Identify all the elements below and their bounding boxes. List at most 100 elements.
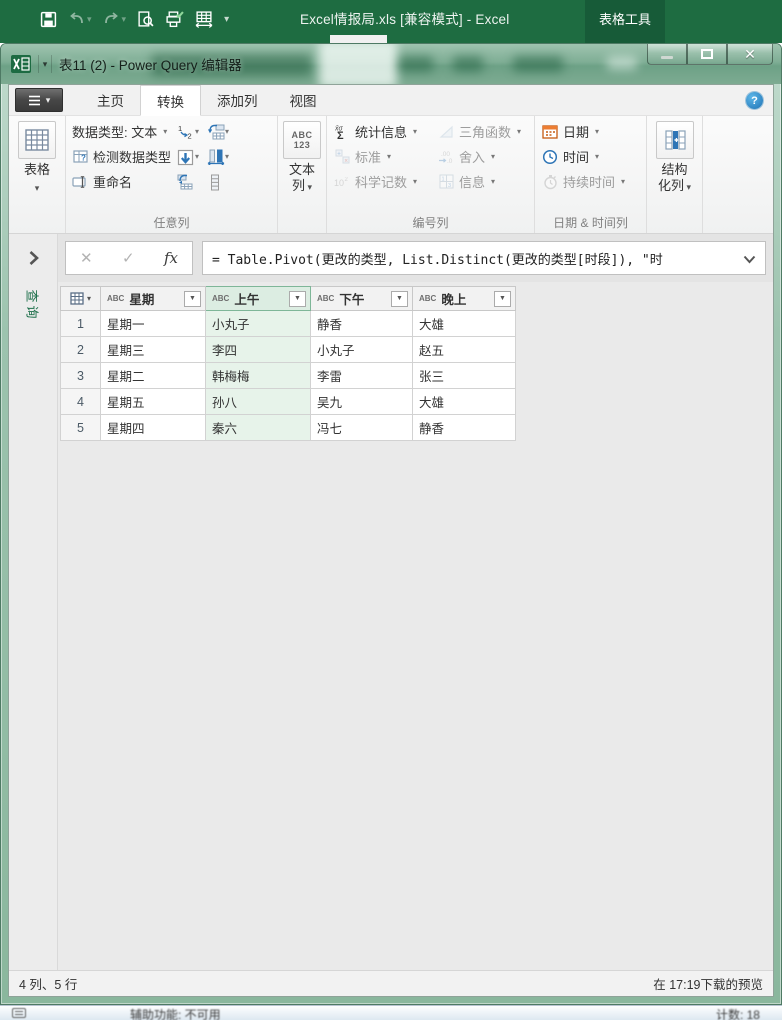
cell[interactable]: 吴九 — [311, 389, 413, 415]
text-column-button[interactable]: ABC123 文本列 ▾ — [279, 119, 325, 195]
standard-button[interactable]: +× 标准▾ — [334, 144, 436, 169]
data-type-button[interactable]: 数据类型: 文本▾ — [72, 119, 171, 144]
date-button[interactable]: 日期▾ — [542, 119, 646, 144]
rounding-icon: .00.0 — [438, 149, 454, 165]
redo-caret-icon[interactable]: ▾ — [122, 14, 127, 25]
column-header-afternoon[interactable]: ABC 下午 ▼ — [311, 287, 413, 311]
minimize-button[interactable] — [647, 44, 687, 65]
pivot-column-button[interactable]: ▾ — [207, 124, 241, 140]
column-header-evening[interactable]: ABC 晚上 ▼ — [413, 287, 516, 311]
row-number[interactable]: 5 — [61, 415, 101, 441]
header-row: ▾ ABC 星期 ▼ — [61, 287, 516, 311]
cell[interactable]: 大雄 — [413, 311, 516, 337]
close-button[interactable]: ✕ — [727, 44, 773, 65]
caret-down-icon: ▾ — [387, 152, 391, 161]
cell[interactable]: 孙八 — [206, 389, 311, 415]
blur-artifact — [399, 56, 433, 72]
filter-button[interactable]: ▼ — [391, 291, 408, 307]
group-label-number-column: 编号列 — [330, 215, 531, 233]
move-button[interactable]: ▾ — [207, 149, 241, 165]
maximize-button[interactable] — [687, 44, 727, 65]
excel-statusbar-strip: 辅助功能: 不可用 计数: 18 — [0, 1005, 782, 1020]
duration-button[interactable]: 持续时间▾ — [542, 169, 646, 194]
cell[interactable]: 星期五 — [101, 389, 206, 415]
expand-queries-pane-button[interactable] — [9, 250, 57, 269]
time-button[interactable]: 时间▾ — [542, 144, 646, 169]
formula-input[interactable]: = Table.Pivot(更改的类型, List.Distinct(更改的类型… — [202, 241, 766, 275]
cell[interactable]: 星期一 — [101, 311, 206, 337]
cell[interactable]: 韩梅梅 — [206, 363, 311, 389]
select-all-corner[interactable]: ▾ — [61, 287, 101, 311]
cell[interactable]: 星期四 — [101, 415, 206, 441]
convert-to-list-button[interactable] — [207, 174, 241, 190]
unpivot-columns-button[interactable] — [177, 174, 207, 190]
cell[interactable]: 大雄 — [413, 389, 516, 415]
column-header-morning-selected[interactable]: ABC 上午 ▼ — [206, 287, 311, 311]
row-number[interactable]: 4 — [61, 389, 101, 415]
svg-text:.0: .0 — [447, 158, 453, 164]
formula-bar: ✕ ✓ fx = Table.Pivot(更改的类型, List.Distinc… — [58, 234, 773, 282]
row-number[interactable]: 1 — [61, 311, 101, 337]
filter-button[interactable]: ▼ — [494, 291, 511, 307]
cell[interactable]: 赵五 — [413, 337, 516, 363]
file-menu-icon — [28, 95, 41, 106]
cell[interactable]: 李雷 — [311, 363, 413, 389]
detect-data-type-icon: ? — [72, 149, 88, 165]
cell[interactable]: 星期三 — [101, 337, 206, 363]
formula-expand-icon[interactable] — [743, 252, 756, 267]
filter-button[interactable]: ▼ — [289, 291, 306, 307]
undo-icon[interactable]: ▾ — [68, 12, 92, 26]
cell[interactable]: 冯七 — [311, 415, 413, 441]
cell[interactable]: 秦六 — [206, 415, 311, 441]
tab-view[interactable]: 视图 — [274, 85, 333, 115]
rounding-button[interactable]: .00.0 舍入▾ — [438, 144, 540, 169]
redo-icon[interactable]: ▾ — [103, 12, 127, 26]
rename-button[interactable]: 重命名 — [72, 169, 171, 194]
cell[interactable]: 小丸子 — [206, 311, 311, 337]
print-preview-icon[interactable] — [137, 11, 154, 28]
table-button[interactable]: 表格 ▾ — [14, 119, 60, 196]
row-number[interactable]: 3 — [61, 363, 101, 389]
cell[interactable]: 李四 — [206, 337, 311, 363]
detect-data-type-button[interactable]: ? 检测数据类型 — [72, 144, 171, 169]
statistics-icon: x̄σΣ — [334, 124, 350, 140]
queries-pane-label[interactable]: 查询 — [24, 289, 43, 321]
tab-transform[interactable]: 转换 — [140, 85, 201, 116]
file-menu-button[interactable]: ▾ — [15, 88, 63, 112]
accessibility-status: 辅助功能: 不可用 — [130, 1006, 221, 1020]
table-autofit-icon[interactable] — [195, 11, 213, 28]
replace-values-button[interactable]: 12 ▾ — [177, 124, 207, 140]
row-number[interactable]: 2 — [61, 337, 101, 363]
undo-caret-icon[interactable]: ▾ — [87, 14, 92, 25]
cell[interactable]: 星期二 — [101, 363, 206, 389]
window-menu-caret-icon[interactable]: ▾ — [38, 55, 52, 73]
formula-confirm-icon[interactable]: ✓ — [122, 249, 135, 267]
information-button[interactable]: 13 信息▾ — [438, 169, 540, 194]
cell[interactable]: 张三 — [413, 363, 516, 389]
help-button[interactable]: ? — [746, 92, 763, 109]
structured-column-button[interactable]: 结构化列 ▾ — [652, 119, 698, 195]
fill-button[interactable]: ▾ — [177, 149, 207, 165]
formula-cancel-icon[interactable]: ✕ — [80, 249, 93, 267]
column-header-weekday[interactable]: ABC 星期 ▼ — [101, 287, 206, 311]
quick-print-icon[interactable] — [165, 11, 184, 28]
caret-down-icon: ▾ — [595, 127, 599, 136]
save-icon[interactable] — [40, 11, 57, 28]
tab-home[interactable]: 主页 — [81, 85, 140, 115]
filter-button[interactable]: ▼ — [184, 291, 201, 307]
fx-icon[interactable]: fx — [164, 249, 178, 267]
file-menu-caret-icon: ▾ — [46, 95, 51, 106]
qat-customize-icon[interactable]: ▾ — [224, 14, 229, 25]
ribbon-group-number-column: x̄σΣ 统计信息▾ +× 标准▾ 102 科学记数▾ — [326, 116, 534, 233]
table-tools-context-tab[interactable]: 表格工具 — [585, 0, 665, 43]
tab-add-column[interactable]: 添加列 — [201, 85, 274, 115]
cell[interactable]: 小丸子 — [311, 337, 413, 363]
cell[interactable]: 静香 — [311, 311, 413, 337]
pq-app-icon[interactable] — [11, 55, 31, 73]
cell[interactable]: 静香 — [413, 415, 516, 441]
scientific-button[interactable]: 102 科学记数▾ — [334, 169, 436, 194]
statistics-button[interactable]: x̄σΣ 统计信息▾ — [334, 119, 436, 144]
trigonometry-button[interactable]: 三角函数▾ — [438, 119, 540, 144]
group-label-table — [12, 215, 62, 233]
replace-values-icon: 12 — [177, 124, 193, 140]
